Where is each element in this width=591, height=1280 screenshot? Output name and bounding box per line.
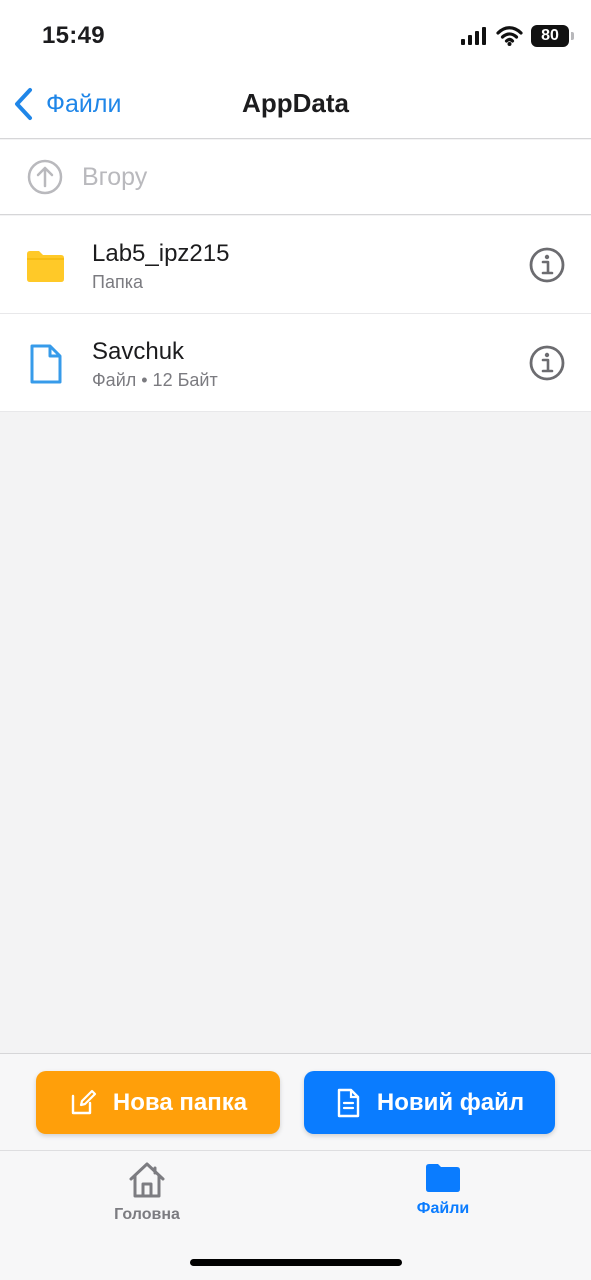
item-name: Lab5_ipz215 <box>92 240 230 267</box>
navigation-bar: Файли AppData <box>0 72 591 139</box>
status-bar: 15:49 80 <box>0 0 591 72</box>
bottom-actions: Нова папка Новий файл <box>0 1053 591 1150</box>
folder-icon <box>27 251 64 282</box>
item-name: Savchuk <box>92 338 185 365</box>
house-icon <box>129 1162 165 1198</box>
status-icons: 80 <box>460 24 574 48</box>
tab-home[interactable]: Головна <box>77 1161 217 1223</box>
tab-files[interactable]: Файли <box>373 1161 513 1223</box>
info-icon[interactable] <box>529 247 565 283</box>
new-folder-label: Нова папка <box>112 1088 248 1116</box>
info-icon[interactable] <box>529 345 565 381</box>
document-icon <box>30 344 62 384</box>
item-meta: Файл • 12 Байт <box>92 370 218 390</box>
cellular-signal-icon <box>461 27 486 45</box>
folder-icon <box>426 1164 460 1192</box>
home-indicator <box>190 1259 402 1266</box>
file-list: Lab5_ipz215 Папка Savchuk Файл • 12 Байт <box>0 216 591 412</box>
document-lines-icon <box>337 1088 360 1117</box>
go-up-row[interactable]: Вгору <box>0 140 591 215</box>
wifi-icon <box>496 25 523 46</box>
tab-home-label: Головна <box>114 1206 180 1223</box>
item-meta: Папка <box>92 272 143 292</box>
battery-indicator: 80 <box>531 25 574 47</box>
page-title: AppData <box>242 88 349 118</box>
new-file-label: Новий файл <box>376 1088 525 1116</box>
list-item[interactable]: Lab5_ipz215 Папка <box>0 216 591 314</box>
go-up-label: Вгору <box>82 162 148 191</box>
new-folder-button[interactable]: Нова папка <box>36 1071 280 1134</box>
status-time: 15:49 <box>42 22 105 49</box>
arrow-up-circle-icon <box>27 159 63 195</box>
tab-files-label: Файли <box>416 1200 470 1217</box>
new-file-button[interactable]: Новий файл <box>304 1071 555 1134</box>
edit-square-icon <box>71 1089 97 1114</box>
list-item[interactable]: Savchuk Файл • 12 Байт <box>0 314 591 412</box>
battery-level: 80 <box>541 27 559 44</box>
